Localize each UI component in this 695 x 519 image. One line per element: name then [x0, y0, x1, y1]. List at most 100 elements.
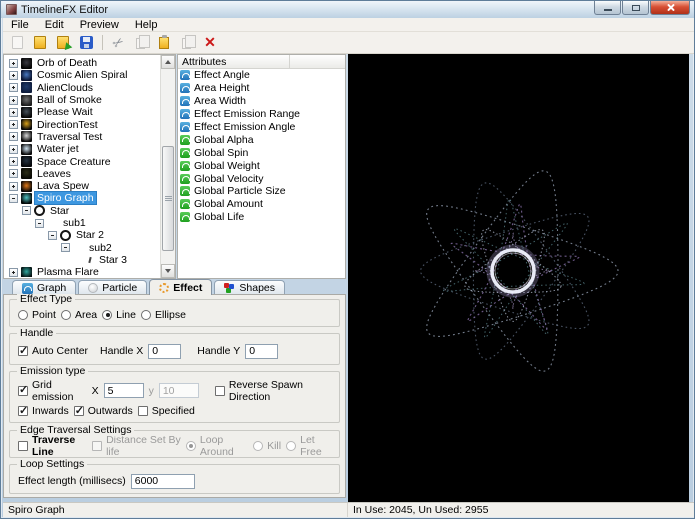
attribute-label[interactable]: Global Alpha [194, 134, 254, 146]
attribute-label[interactable]: Area Height [194, 82, 249, 94]
expand-icon[interactable] [9, 108, 18, 117]
attribute-label[interactable]: Global Life [194, 211, 244, 223]
let-free-radio[interactable]: Let Free [286, 434, 331, 458]
tree-item[interactable]: Spiro Graph [5, 192, 159, 204]
cut-button[interactable] [107, 33, 129, 52]
tree-item-label[interactable]: DirectionTest [35, 119, 100, 131]
tree-item-label[interactable]: Star [48, 205, 71, 217]
radio-ellipse[interactable]: Ellipse [141, 309, 186, 321]
tree-item[interactable]: Lava Spew [5, 180, 159, 192]
grid-emission-checkbox[interactable]: Grid emission [18, 379, 87, 403]
tree-item-label[interactable]: Please Wait [35, 106, 95, 118]
tree-item[interactable]: Leaves [5, 168, 159, 180]
tree-item[interactable]: Cosmic Alien Spiral [5, 69, 159, 81]
menu-preview[interactable]: Preview [72, 19, 127, 31]
tree-item[interactable]: Please Wait [5, 106, 159, 118]
tree-item[interactable]: Star 2 [5, 229, 159, 241]
expand-icon[interactable] [9, 71, 18, 80]
attribute-row[interactable]: Global Life [178, 211, 345, 224]
save-button[interactable] [75, 33, 97, 52]
inwards-checkbox[interactable]: Inwards [18, 405, 69, 417]
attribute-row[interactable]: Area Height [178, 82, 345, 95]
radio-point[interactable]: Point [18, 309, 56, 321]
clone-button[interactable] [176, 33, 198, 52]
radio-line[interactable]: Line [102, 309, 136, 321]
expand-icon[interactable] [9, 268, 18, 277]
grid-y-input[interactable] [159, 383, 199, 398]
attributes-header-col2[interactable] [290, 55, 345, 68]
maximize-button[interactable] [622, 1, 649, 15]
expand-icon[interactable] [9, 145, 18, 154]
new-button[interactable] [6, 33, 28, 52]
handle-y-input[interactable] [245, 344, 278, 359]
tab-effect[interactable]: Effect [149, 279, 212, 295]
tree-item-label[interactable]: Water jet [35, 143, 81, 155]
expand-icon[interactable] [9, 83, 18, 92]
tree-item[interactable]: Space Creature [5, 155, 159, 167]
handle-x-input[interactable] [148, 344, 181, 359]
scroll-up-button[interactable] [161, 55, 175, 69]
tree-item-label[interactable]: Star 2 [74, 229, 106, 241]
expand-icon[interactable] [9, 182, 18, 191]
specified-checkbox[interactable]: Specified [138, 405, 195, 417]
attribute-row[interactable]: Global Amount [178, 198, 345, 211]
tree-item-label[interactable]: Traversal Test [35, 131, 104, 143]
kill-radio[interactable]: Kill [253, 440, 281, 452]
tree-item-label[interactable]: Orb of Death [35, 57, 99, 69]
tree-item-label[interactable]: sub2 [87, 242, 114, 254]
tree-item-label[interactable]: Ball of Smoke [35, 94, 104, 106]
attribute-row[interactable]: Global Weight [178, 159, 345, 172]
tree-item[interactable]: Plasma Flare [5, 266, 159, 277]
expand-icon[interactable] [9, 96, 18, 105]
expand-icon[interactable] [9, 169, 18, 178]
attribute-label[interactable]: Global Amount [194, 198, 263, 210]
scrollbar-thumb[interactable] [162, 146, 174, 251]
attribute-row[interactable]: Effect Emission Angle [178, 121, 345, 134]
tree-item-label[interactable]: Spiro Graph [35, 192, 96, 204]
attribute-label[interactable]: Area Width [194, 95, 246, 107]
attribute-label[interactable]: Global Weight [194, 160, 260, 172]
collapse-icon[interactable] [48, 231, 57, 240]
grid-x-input[interactable] [104, 383, 144, 398]
attribute-label[interactable]: Global Spin [194, 147, 248, 159]
tree-item-label[interactable]: Space Creature [35, 156, 113, 168]
attribute-row[interactable]: Global Spin [178, 146, 345, 159]
collapse-icon[interactable] [35, 219, 44, 228]
expand-icon[interactable] [9, 157, 18, 166]
copy-button[interactable] [130, 33, 152, 52]
menu-edit[interactable]: Edit [37, 19, 72, 31]
tree-item-label[interactable]: Cosmic Alien Spiral [35, 69, 129, 81]
radio-area[interactable]: Area [61, 309, 97, 321]
attribute-label[interactable]: Effect Emission Range [194, 108, 300, 120]
tab-shapes[interactable]: Shapes [214, 280, 285, 295]
effect-length-input[interactable] [131, 474, 195, 489]
paste-button[interactable] [153, 33, 175, 52]
tree-item-label[interactable]: sub1 [61, 217, 88, 229]
collapse-icon[interactable] [9, 194, 18, 203]
preview-panel[interactable] [348, 54, 689, 503]
outwards-checkbox[interactable]: Outwards [74, 405, 133, 417]
tab-particle[interactable]: Particle [78, 280, 147, 295]
attribute-row[interactable]: Global Alpha [178, 133, 345, 146]
distance-set-by-life-checkbox[interactable]: Distance Set By life [92, 434, 181, 458]
expand-icon[interactable] [9, 120, 18, 129]
attribute-label[interactable]: Global Velocity [194, 173, 263, 185]
tree-item-label[interactable]: AlienClouds [35, 82, 95, 94]
tree-item[interactable]: Water jet [5, 143, 159, 155]
tree-item[interactable]: Star 3 [5, 254, 159, 266]
attribute-row[interactable]: Effect Angle [178, 69, 345, 82]
title-bar[interactable]: TimelineFX Editor [1, 1, 694, 18]
attribute-row[interactable]: Global Particle Size [178, 185, 345, 198]
attribute-label[interactable]: Global Particle Size [194, 185, 286, 197]
tree-item[interactable]: sub2 [5, 241, 159, 253]
tree-item[interactable]: Orb of Death [5, 57, 159, 69]
tree-scrollbar[interactable] [160, 55, 175, 278]
expand-icon[interactable] [9, 59, 18, 68]
tree-item[interactable]: AlienClouds [5, 82, 159, 94]
tree-item[interactable]: Traversal Test [5, 131, 159, 143]
tree-item[interactable]: sub1 [5, 217, 159, 229]
menu-help[interactable]: Help [127, 19, 166, 31]
attribute-row[interactable]: Effect Emission Range [178, 108, 345, 121]
attribute-row[interactable]: Area Width [178, 95, 345, 108]
tree-item[interactable]: DirectionTest [5, 118, 159, 130]
